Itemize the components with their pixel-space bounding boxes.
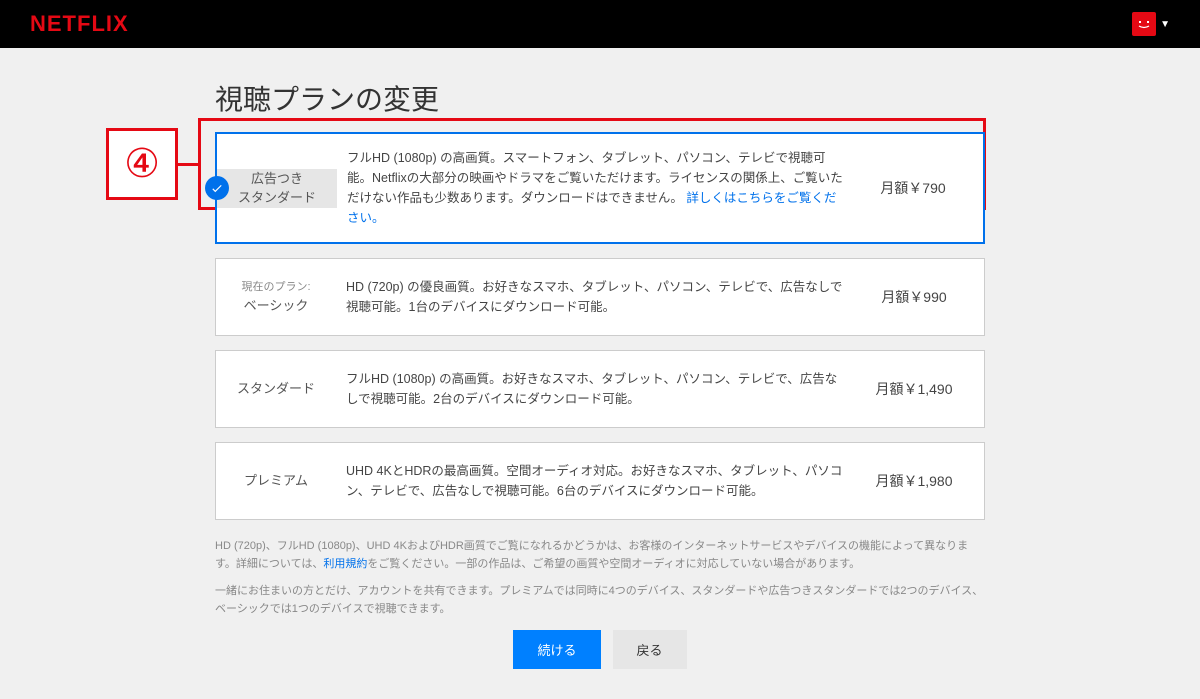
plan-price: 月額￥1,980	[854, 471, 984, 491]
main-content: 視聴プランの変更 広告つき スタンダード フルHD (1080p) の高画質。ス…	[215, 78, 985, 699]
plan-name: プレミアム	[216, 471, 336, 491]
plan-description: UHD 4KとHDRの最高画質。空間オーディオ対応。お好きなスマホ、タブレット、…	[336, 447, 854, 515]
plan-basic[interactable]: 現在のプラン: ベーシック HD (720p) の優良画質。お好きなスマホ、タブ…	[215, 258, 985, 336]
topbar: NETFLIX ▼	[0, 0, 1200, 48]
check-icon	[205, 176, 229, 200]
annotation-connector	[178, 163, 198, 166]
annotation-badge: ④	[106, 128, 178, 200]
plan-description: フルHD (1080p) の高画質。スマートフォン、タブレット、パソコン、テレビ…	[337, 134, 853, 242]
continue-button[interactable]: 続ける	[513, 630, 600, 669]
fine-print: HD (720p)、フルHD (1080p)、UHD 4KおよびHDR画質でご覧…	[215, 538, 985, 618]
plan-name: 広告つき スタンダード	[217, 169, 337, 208]
plan-price: 月額￥1,490	[854, 379, 984, 399]
plan-standard[interactable]: スタンダード フルHD (1080p) の高画質。お好きなスマホ、タブレット、パ…	[215, 350, 985, 428]
plan-list: 広告つき スタンダード フルHD (1080p) の高画質。スマートフォン、タブ…	[215, 132, 985, 520]
chevron-down-icon: ▼	[1160, 19, 1170, 30]
plan-standard-with-ads[interactable]: 広告つき スタンダード フルHD (1080p) の高画質。スマートフォン、タブ…	[215, 132, 985, 244]
plan-description: HD (720p) の優良画質。お好きなスマホ、タブレット、パソコン、テレビで、…	[336, 263, 854, 331]
plan-premium[interactable]: プレミアム UHD 4KとHDRの最高画質。空間オーディオ対応。お好きなスマホ、…	[215, 442, 985, 520]
back-button[interactable]: 戻る	[613, 630, 687, 669]
plan-price: 月額￥790	[853, 178, 983, 198]
page-title: 視聴プランの変更	[215, 78, 985, 118]
netflix-logo[interactable]: NETFLIX	[30, 11, 129, 37]
avatar-icon	[1132, 12, 1156, 36]
plan-price: 月額￥990	[854, 287, 984, 307]
plan-description: フルHD (1080p) の高画質。お好きなスマホ、タブレット、パソコン、テレビ…	[336, 355, 854, 423]
terms-link[interactable]: 利用規約	[323, 558, 367, 570]
button-row: 続ける 戻る	[215, 630, 985, 669]
plan-name: スタンダード	[216, 379, 336, 399]
profile-menu[interactable]: ▼	[1132, 12, 1170, 36]
plan-name: 現在のプラン: ベーシック	[216, 279, 336, 315]
